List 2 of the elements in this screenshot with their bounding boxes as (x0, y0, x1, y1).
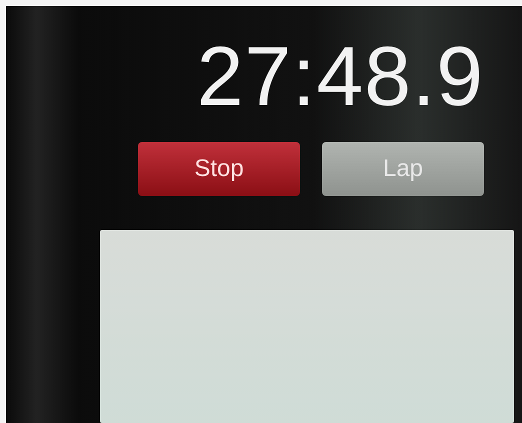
stop-button[interactable]: Stop (138, 142, 300, 196)
elapsed-time: 27:48.9 (196, 34, 484, 118)
